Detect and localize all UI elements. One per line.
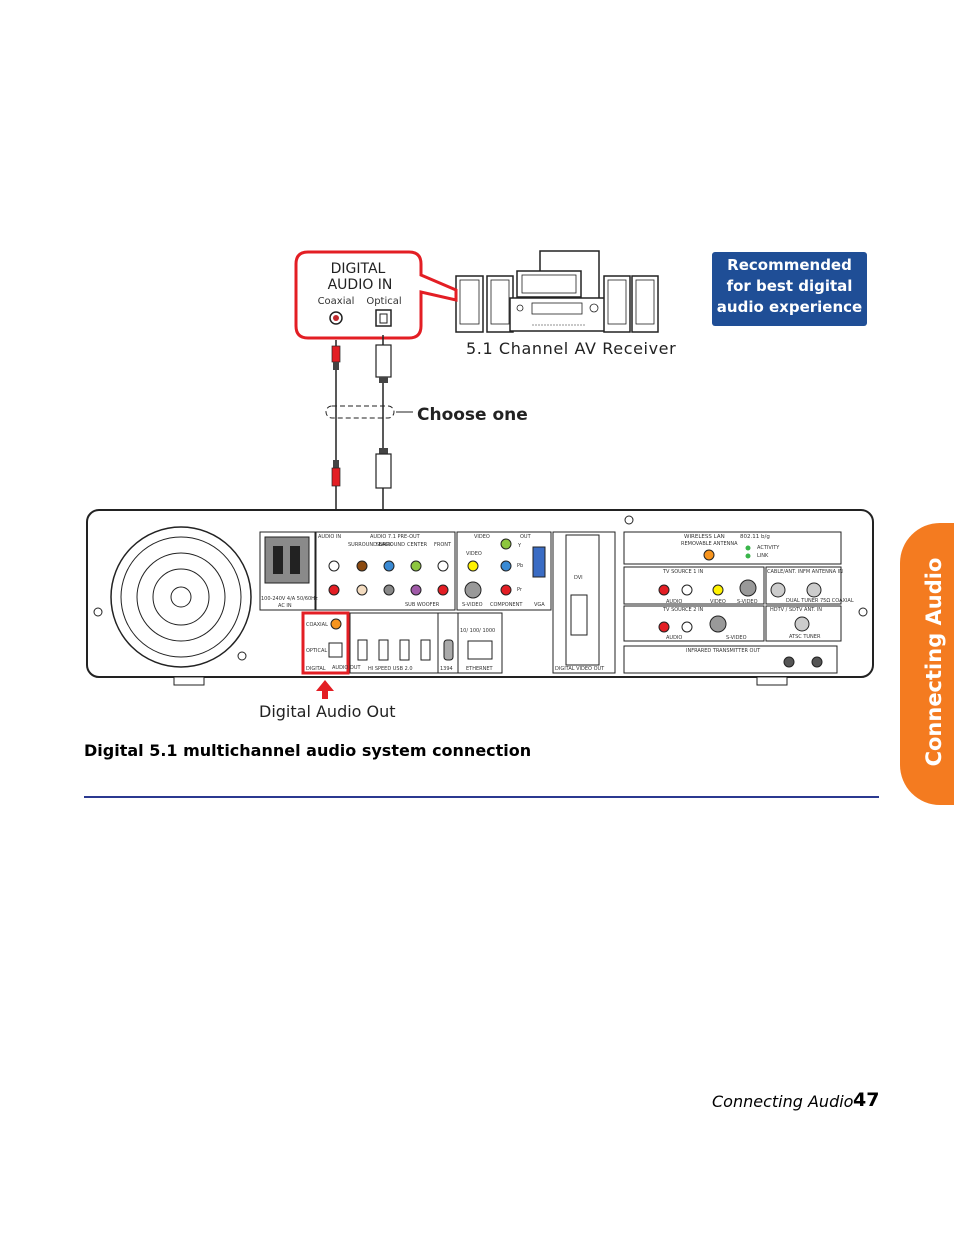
footer-section-title: Connecting Audio	[712, 1092, 854, 1111]
coaxial-port-label: COAXIAL	[306, 622, 328, 628]
tv1-svideo-label: S-VIDEO	[737, 599, 758, 605]
choose-one-indicator	[325, 405, 413, 419]
up-arrow-icon	[316, 680, 334, 699]
optical-jack-icon	[375, 309, 392, 327]
tv-source-1-label: TV SOURCE 1 IN	[662, 569, 704, 575]
video-label: VIDEO	[474, 534, 490, 540]
usb-label: HI SPEED USB 2.0	[368, 666, 413, 672]
recommended-line-1: Recommended	[727, 256, 852, 274]
receiver-label: 5.1 Channel AV Receiver	[466, 339, 676, 358]
firewire-label: 1394	[440, 666, 453, 672]
svideo-label: S-VIDEO	[462, 602, 483, 608]
tv1-audio-label: AUDIO	[666, 599, 682, 605]
callout-title-1: DIGITAL	[331, 261, 386, 277]
recommended-badge: Recommended for best digital audio exper…	[712, 252, 867, 326]
av-receiver-illustration	[455, 250, 659, 333]
callout-coaxial-label: Coaxial	[318, 296, 355, 307]
tv-source-2-label: TV SOURCE 2 IN	[662, 607, 704, 613]
tv2-audio-label: AUDIO	[666, 635, 682, 641]
tv2-svideo-label: S-VIDEO	[726, 635, 747, 641]
callout-optical-label: Optical	[366, 296, 401, 307]
front-label: FRONT	[434, 542, 452, 548]
ethernet-label: ETHERNET	[466, 666, 494, 672]
wireless-std-label: 802.11 b/g	[740, 534, 770, 540]
ac-in-label: AC IN	[278, 603, 292, 609]
figure-caption: Digital 5.1 multichannel audio system co…	[84, 741, 532, 760]
component-label: COMPONENT	[490, 602, 523, 608]
section-tab-label: Connecting Audio	[922, 557, 946, 767]
link-label: LINK	[757, 553, 769, 559]
hdtv-label: HDTV / SDTV ANT. IN	[770, 607, 822, 613]
dual-tuner-label: DUAL TUNER	[786, 598, 819, 604]
recommended-line-2: for best digital	[726, 277, 853, 295]
sub-woofer-label: SUB WOOFER	[405, 602, 440, 608]
coax75-label: 75Ω COAXIAL	[820, 598, 854, 604]
page-number: 47	[853, 1089, 880, 1111]
removable-antenna-label: REMOVABLE ANTENNA	[681, 541, 738, 547]
center-label: CENTER	[407, 542, 428, 548]
digital-audio-out-label: Digital Audio Out	[259, 702, 396, 721]
audio-out-label: AUDIO OUT	[332, 665, 362, 671]
digital-audio-in-callout: DIGITAL AUDIO IN Coaxial Optical	[294, 250, 458, 340]
ethernet-speed-label: 10/ 100/ 1000	[460, 628, 495, 634]
out-label: OUT	[520, 534, 532, 540]
vga-label: VGA	[534, 602, 545, 608]
cable-ant-label: CABLE/ANT. IN	[767, 569, 803, 575]
divider-rule	[84, 796, 879, 798]
pb-label: Pb	[517, 563, 523, 569]
callout-title-2: AUDIO IN	[328, 277, 393, 293]
surround-label: SURROUND	[376, 542, 405, 548]
digital-label: DIGITAL	[306, 666, 326, 672]
infrared-label: INFRARED TRANSMITTER OUT	[686, 648, 761, 654]
activity-label: ACTIVITY	[757, 545, 780, 551]
video-jack-label: VIDEO	[466, 551, 482, 557]
dvi-label: DVI	[574, 575, 583, 581]
choose-one-label: Choose one	[417, 405, 528, 425]
atsc-label: ATSC TUNER	[789, 634, 821, 640]
ac-rating: 100-240V 4/A 50/60Hz	[261, 596, 318, 602]
connection-diagram: 5.1 Channel AV Receiver DIGITAL AUDIO IN…	[86, 250, 874, 721]
audio-in-label: AUDIO IN	[318, 534, 341, 540]
tv1-video-label: VIDEO	[710, 599, 726, 605]
digital-video-out-label: DIGITAL VIDEO OUT	[555, 666, 605, 672]
wireless-label: WIRELESS LAN	[684, 534, 725, 540]
preout-label: AUDIO 7.1 PRE-OUT	[370, 534, 421, 540]
optical-port-label: OPTICAL	[306, 648, 327, 654]
coaxial-cable	[331, 340, 341, 520]
recommended-line-3: audio experience	[716, 298, 863, 316]
fm-ant-label: FM ANTENNA IN	[803, 569, 843, 575]
section-tab: Connecting Audio	[900, 523, 954, 805]
